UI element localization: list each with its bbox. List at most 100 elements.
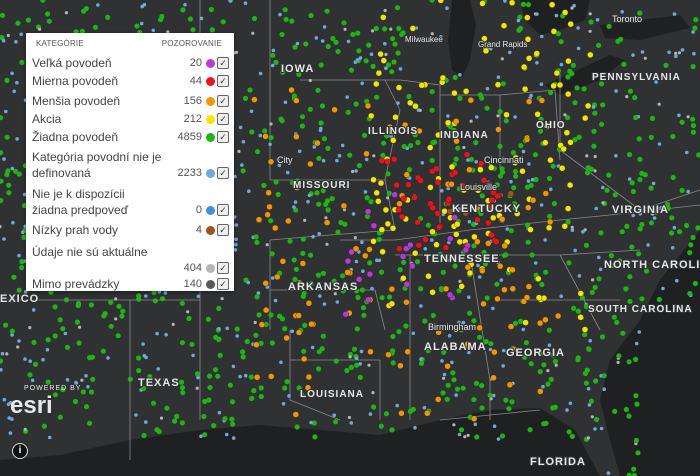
gauge-marker[interactable] (240, 163, 244, 167)
gauge-marker[interactable] (527, 162, 531, 166)
gauge-marker[interactable] (691, 30, 695, 34)
gauge-marker[interactable] (657, 102, 661, 106)
gauge-marker[interactable] (588, 12, 592, 16)
gauge-marker[interactable] (406, 167, 412, 173)
gauge-marker[interactable] (390, 360, 396, 366)
gauge-marker[interactable] (586, 346, 592, 352)
gauge-marker[interactable] (606, 172, 612, 178)
gauge-marker[interactable] (591, 128, 597, 134)
gauge-marker[interactable] (303, 218, 307, 222)
gauge-marker[interactable] (324, 216, 328, 220)
gauge-marker[interactable] (346, 39, 351, 44)
gauge-marker[interactable] (474, 216, 481, 224)
gauge-marker[interactable] (522, 319, 529, 326)
gauge-marker[interactable] (499, 433, 506, 439)
gauge-marker[interactable] (635, 450, 641, 456)
gauge-marker[interactable] (407, 99, 414, 107)
gauge-marker[interactable] (429, 204, 436, 212)
gauge-marker[interactable] (164, 332, 168, 337)
gauge-marker[interactable] (559, 62, 564, 67)
gauge-marker[interactable] (329, 196, 335, 202)
gauge-marker[interactable] (408, 142, 414, 149)
gauge-marker[interactable] (679, 187, 685, 193)
gauge-marker[interactable] (105, 14, 111, 20)
gauge-marker[interactable] (488, 231, 495, 239)
gauge-marker[interactable] (392, 113, 399, 121)
legend-checkbox[interactable]: ✓ (217, 113, 229, 125)
gauge-marker[interactable] (19, 32, 24, 37)
gauge-marker[interactable] (479, 193, 485, 199)
gauge-marker[interactable] (190, 27, 196, 33)
gauge-marker[interactable] (315, 272, 321, 278)
gauge-marker[interactable] (253, 332, 259, 338)
gauge-marker[interactable] (300, 250, 306, 256)
gauge-marker[interactable] (410, 406, 416, 412)
gauge-marker[interactable] (30, 378, 35, 383)
legend-checkbox[interactable]: ✓ (217, 204, 229, 216)
gauge-marker[interactable] (6, 182, 12, 188)
gauge-marker[interactable] (583, 380, 590, 386)
gauge-marker[interactable] (571, 305, 577, 311)
gauge-marker[interactable] (292, 411, 299, 418)
gauge-marker[interactable] (463, 435, 467, 439)
gauge-marker[interactable] (587, 403, 592, 407)
gauge-marker[interactable] (262, 306, 270, 314)
gauge-marker[interactable] (399, 253, 407, 260)
gauge-marker[interactable] (318, 62, 324, 68)
gauge-marker[interactable] (179, 300, 185, 306)
gauge-marker[interactable] (247, 189, 251, 193)
gauge-marker[interactable] (484, 105, 490, 111)
gauge-marker[interactable] (508, 0, 516, 6)
gauge-marker[interactable] (14, 40, 18, 44)
gauge-marker[interactable] (375, 69, 383, 77)
gauge-marker[interactable] (686, 115, 690, 119)
gauge-marker[interactable] (300, 355, 308, 363)
gauge-marker[interactable] (353, 236, 357, 240)
gauge-marker[interactable] (5, 168, 11, 174)
gauge-marker[interactable] (583, 242, 590, 248)
gauge-marker[interactable] (669, 215, 675, 221)
gauge-marker[interactable] (506, 381, 514, 388)
gauge-marker[interactable] (576, 26, 580, 30)
gauge-marker[interactable] (398, 213, 406, 221)
gauge-marker[interactable] (429, 157, 435, 163)
gauge-marker[interactable] (75, 303, 81, 309)
gauge-marker[interactable] (586, 436, 591, 440)
gauge-marker[interactable] (171, 322, 175, 326)
gauge-marker[interactable] (64, 344, 70, 350)
gauge-marker[interactable] (440, 359, 444, 363)
gauge-marker[interactable] (363, 190, 368, 194)
gauge-marker[interactable] (452, 423, 456, 427)
gauge-marker[interactable] (454, 393, 459, 397)
gauge-marker[interactable] (684, 222, 690, 229)
gauge-marker[interactable] (433, 241, 440, 248)
gauge-marker[interactable] (396, 329, 402, 335)
gauge-marker[interactable] (299, 123, 305, 129)
gauge-marker[interactable] (12, 89, 16, 94)
gauge-marker[interactable] (529, 93, 533, 98)
gauge-marker[interactable] (379, 295, 385, 301)
gauge-marker[interactable] (418, 82, 425, 89)
gauge-marker[interactable] (307, 193, 312, 198)
gauge-marker[interactable] (17, 339, 21, 343)
gauge-marker[interactable] (401, 143, 407, 150)
gauge-marker[interactable] (246, 280, 251, 285)
gauge-marker[interactable] (679, 119, 685, 125)
gauge-marker[interactable] (445, 6, 449, 10)
gauge-marker[interactable] (560, 145, 567, 153)
gauge-marker[interactable] (227, 382, 233, 388)
gauge-marker[interactable] (180, 7, 186, 13)
gauge-marker[interactable] (626, 413, 632, 419)
gauge-marker[interactable] (648, 185, 654, 191)
gauge-marker[interactable] (264, 211, 271, 218)
gauge-marker[interactable] (324, 8, 330, 14)
gauge-marker[interactable] (295, 312, 302, 319)
gauge-marker[interactable] (467, 96, 474, 104)
gauge-marker[interactable] (80, 378, 84, 382)
gauge-marker[interactable] (652, 216, 657, 220)
gauge-marker[interactable] (608, 253, 615, 259)
gauge-marker[interactable] (335, 229, 341, 235)
gauge-marker[interactable] (511, 185, 517, 191)
gauge-marker[interactable] (384, 66, 388, 70)
gauge-marker[interactable] (535, 61, 539, 65)
